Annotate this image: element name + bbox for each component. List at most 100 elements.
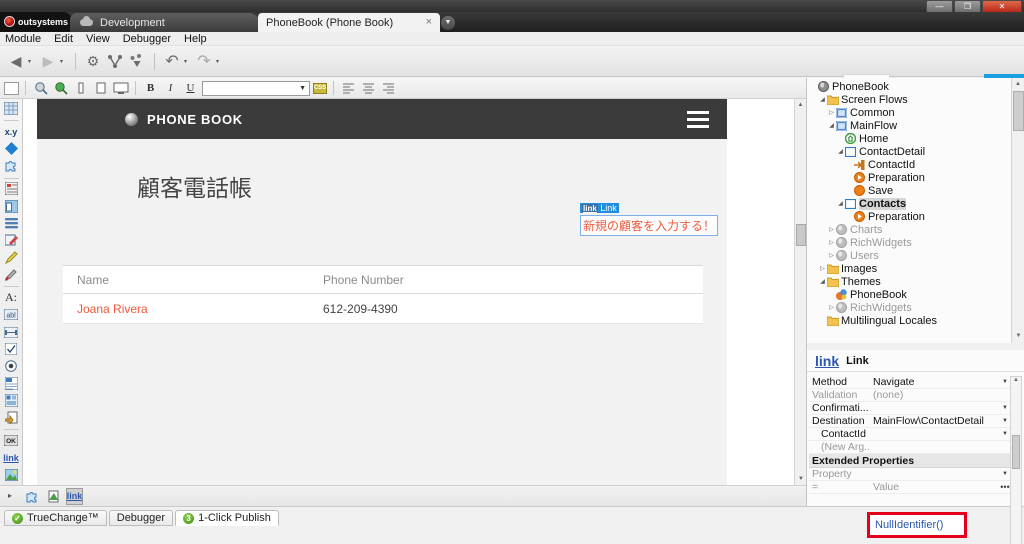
tree-twisty-icon[interactable]: ◢	[836, 200, 845, 207]
tab-debugger[interactable]: Debugger	[108, 510, 174, 526]
table-row[interactable]: Joana Rivera 612-209-4390	[63, 294, 703, 324]
properties-scrollbar[interactable]: ▲ ▼	[1010, 376, 1022, 544]
tree-twisty-icon[interactable]: ▷	[827, 226, 836, 233]
tree-twisty-icon[interactable]: ▷	[827, 304, 836, 311]
back-button[interactable]: ◀	[6, 50, 26, 72]
tree-twisty-icon[interactable]: ◢	[836, 148, 845, 155]
tree-scroll-up-icon[interactable]: ▲	[1012, 78, 1024, 91]
zoom-out-icon[interactable]	[32, 80, 49, 97]
zoom-in-icon[interactable]	[52, 80, 69, 97]
merge-icon[interactable]	[105, 50, 125, 72]
property-row[interactable]: Confirmati... ▼	[809, 402, 1011, 415]
tree-scrollbar-thumb[interactable]	[1013, 91, 1024, 131]
desktop-preview-icon[interactable]	[112, 80, 129, 97]
phone-preview-icon[interactable]	[72, 80, 89, 97]
property-row[interactable]: ContactId ▼	[809, 428, 1011, 441]
tree-node-phonebook[interactable]: PhoneBook	[807, 288, 1011, 301]
tree-node-preparation[interactable]: Preparation	[807, 171, 1011, 184]
table-icon[interactable]	[3, 101, 20, 116]
tree-node-contactdetail[interactable]: ◢ ContactDetail	[807, 145, 1011, 158]
highlighted-property-value[interactable]: NullIdentifier()	[867, 512, 967, 538]
tree-twisty-icon[interactable]: ◢	[827, 122, 836, 129]
property-row[interactable]: = Value •••	[809, 481, 1011, 494]
tree-node-home[interactable]: Home	[807, 132, 1011, 145]
if-icon[interactable]	[3, 141, 20, 156]
module-tree[interactable]: PhoneBook ◢ Screen Flows ▷ Common ◢ MainFlow Ho…	[807, 80, 1011, 343]
tree-twisty-icon[interactable]: ▷	[827, 239, 836, 246]
tree-node-common[interactable]: ▷ Common	[807, 106, 1011, 119]
back-dropdown-icon[interactable]: ▾	[28, 58, 36, 65]
page-icon[interactable]	[3, 376, 20, 391]
align-center-icon[interactable]	[360, 80, 377, 97]
tree-node-images[interactable]: ▷ Images	[807, 262, 1011, 275]
align-left-icon[interactable]	[340, 80, 357, 97]
tree-node-preparation[interactable]: Preparation	[807, 210, 1011, 223]
font-style-select[interactable]: ▼	[202, 80, 310, 96]
widget-icon[interactable]	[3, 158, 20, 173]
tree-node-richwidgets[interactable]: ▷ RichWidgets	[807, 236, 1011, 249]
tree-node-richwidgets[interactable]: ▷ RichWidgets	[807, 301, 1011, 314]
widget-icon[interactable]	[24, 488, 41, 505]
underline-button[interactable]: U	[182, 80, 199, 97]
align-right-icon[interactable]	[380, 80, 397, 97]
collapse-icon[interactable]: ▸	[8, 491, 12, 500]
environment-tab[interactable]: Development	[70, 13, 262, 32]
property-value[interactable]: MainFlow\ContactDetail	[871, 415, 999, 427]
module-tab-phonebook[interactable]: PhoneBook (Phone Book) ×	[258, 13, 440, 32]
property-row[interactable]: Property ▼	[809, 468, 1011, 481]
property-value[interactable]: (none)	[871, 389, 999, 401]
property-row[interactable]: Validation (none)	[809, 389, 1011, 402]
form-icon[interactable]	[3, 181, 20, 196]
gear-icon[interactable]: ⚙	[83, 50, 103, 72]
image-icon[interactable]	[3, 468, 20, 483]
undo-button[interactable]: ↶	[162, 50, 182, 72]
bold-button[interactable]: B	[142, 80, 159, 97]
properties-table[interactable]: Method Navigate ▼ Validation (none) Confirmat…	[809, 376, 1011, 494]
tree-twisty-icon[interactable]: ▷	[827, 252, 836, 259]
input-icon[interactable]: abl	[3, 307, 20, 322]
tab-truechange[interactable]: ✓ TrueChange™	[4, 510, 107, 526]
scrollbar-thumb[interactable]	[796, 224, 806, 246]
menu-item-debugger[interactable]: Debugger	[123, 33, 171, 45]
tree-node-users[interactable]: ▷ Users	[807, 249, 1011, 262]
forward-dropdown-icon[interactable]: ▾	[60, 58, 68, 65]
link-icon[interactable]: link	[66, 487, 83, 505]
highlight-icon[interactable]	[3, 250, 20, 265]
tree-node-screen-flows[interactable]: ◢ Screen Flows	[807, 93, 1011, 106]
record-icon[interactable]	[3, 393, 20, 408]
properties-scrollbar-thumb[interactable]	[1012, 435, 1020, 469]
tree-twisty-icon[interactable]: ◢	[818, 96, 827, 103]
slider-icon[interactable]	[3, 325, 20, 340]
upload-icon[interactable]	[3, 410, 20, 425]
publish-icon[interactable]	[127, 50, 147, 72]
checkbox-icon[interactable]	[3, 342, 20, 357]
outsystems-brand-tab[interactable]: outsystems	[0, 12, 72, 32]
tree-node-phonebook[interactable]: PhoneBook	[807, 80, 1011, 93]
cell-name[interactable]: Joana Rivera	[63, 302, 323, 316]
undo-dropdown-icon[interactable]: ▾	[184, 58, 192, 65]
tree-node-contacts[interactable]: ◢ Contacts	[807, 197, 1011, 210]
link-widget[interactable]: link Link 新規の顧客を入力する！	[580, 202, 719, 236]
label-icon[interactable]: A:	[3, 290, 20, 305]
hamburger-icon[interactable]	[687, 111, 709, 132]
container-icon[interactable]	[3, 199, 20, 214]
tree-node-contactid[interactable]: ContactId	[807, 158, 1011, 171]
close-icon[interactable]: ×	[426, 16, 432, 28]
select-widget-button[interactable]	[4, 81, 19, 95]
button-icon[interactable]: OK	[3, 433, 20, 448]
tree-twisty-icon[interactable]: ◢	[818, 278, 827, 285]
property-value[interactable]: Navigate	[871, 376, 999, 388]
menu-item-module[interactable]: Module	[5, 33, 41, 45]
props-scroll-up-icon[interactable]: ▲	[1011, 377, 1021, 383]
menu-item-edit[interactable]: Edit	[54, 33, 73, 45]
edit-record-icon[interactable]	[3, 233, 20, 248]
paint-icon[interactable]	[3, 267, 20, 282]
tablet-preview-icon[interactable]	[92, 80, 109, 97]
tree-node-charts[interactable]: ▷ Charts	[807, 223, 1011, 236]
tree-node-mainflow[interactable]: ◢ MainFlow	[807, 119, 1011, 132]
property-row[interactable]: Method Navigate ▼	[809, 376, 1011, 389]
tree-scrollbar[interactable]: ▲ ▼	[1011, 78, 1024, 343]
scroll-up-icon[interactable]: ▲	[795, 99, 806, 111]
link-icon[interactable]: link	[3, 451, 20, 466]
tree-twisty-icon[interactable]: ▷	[818, 265, 827, 272]
